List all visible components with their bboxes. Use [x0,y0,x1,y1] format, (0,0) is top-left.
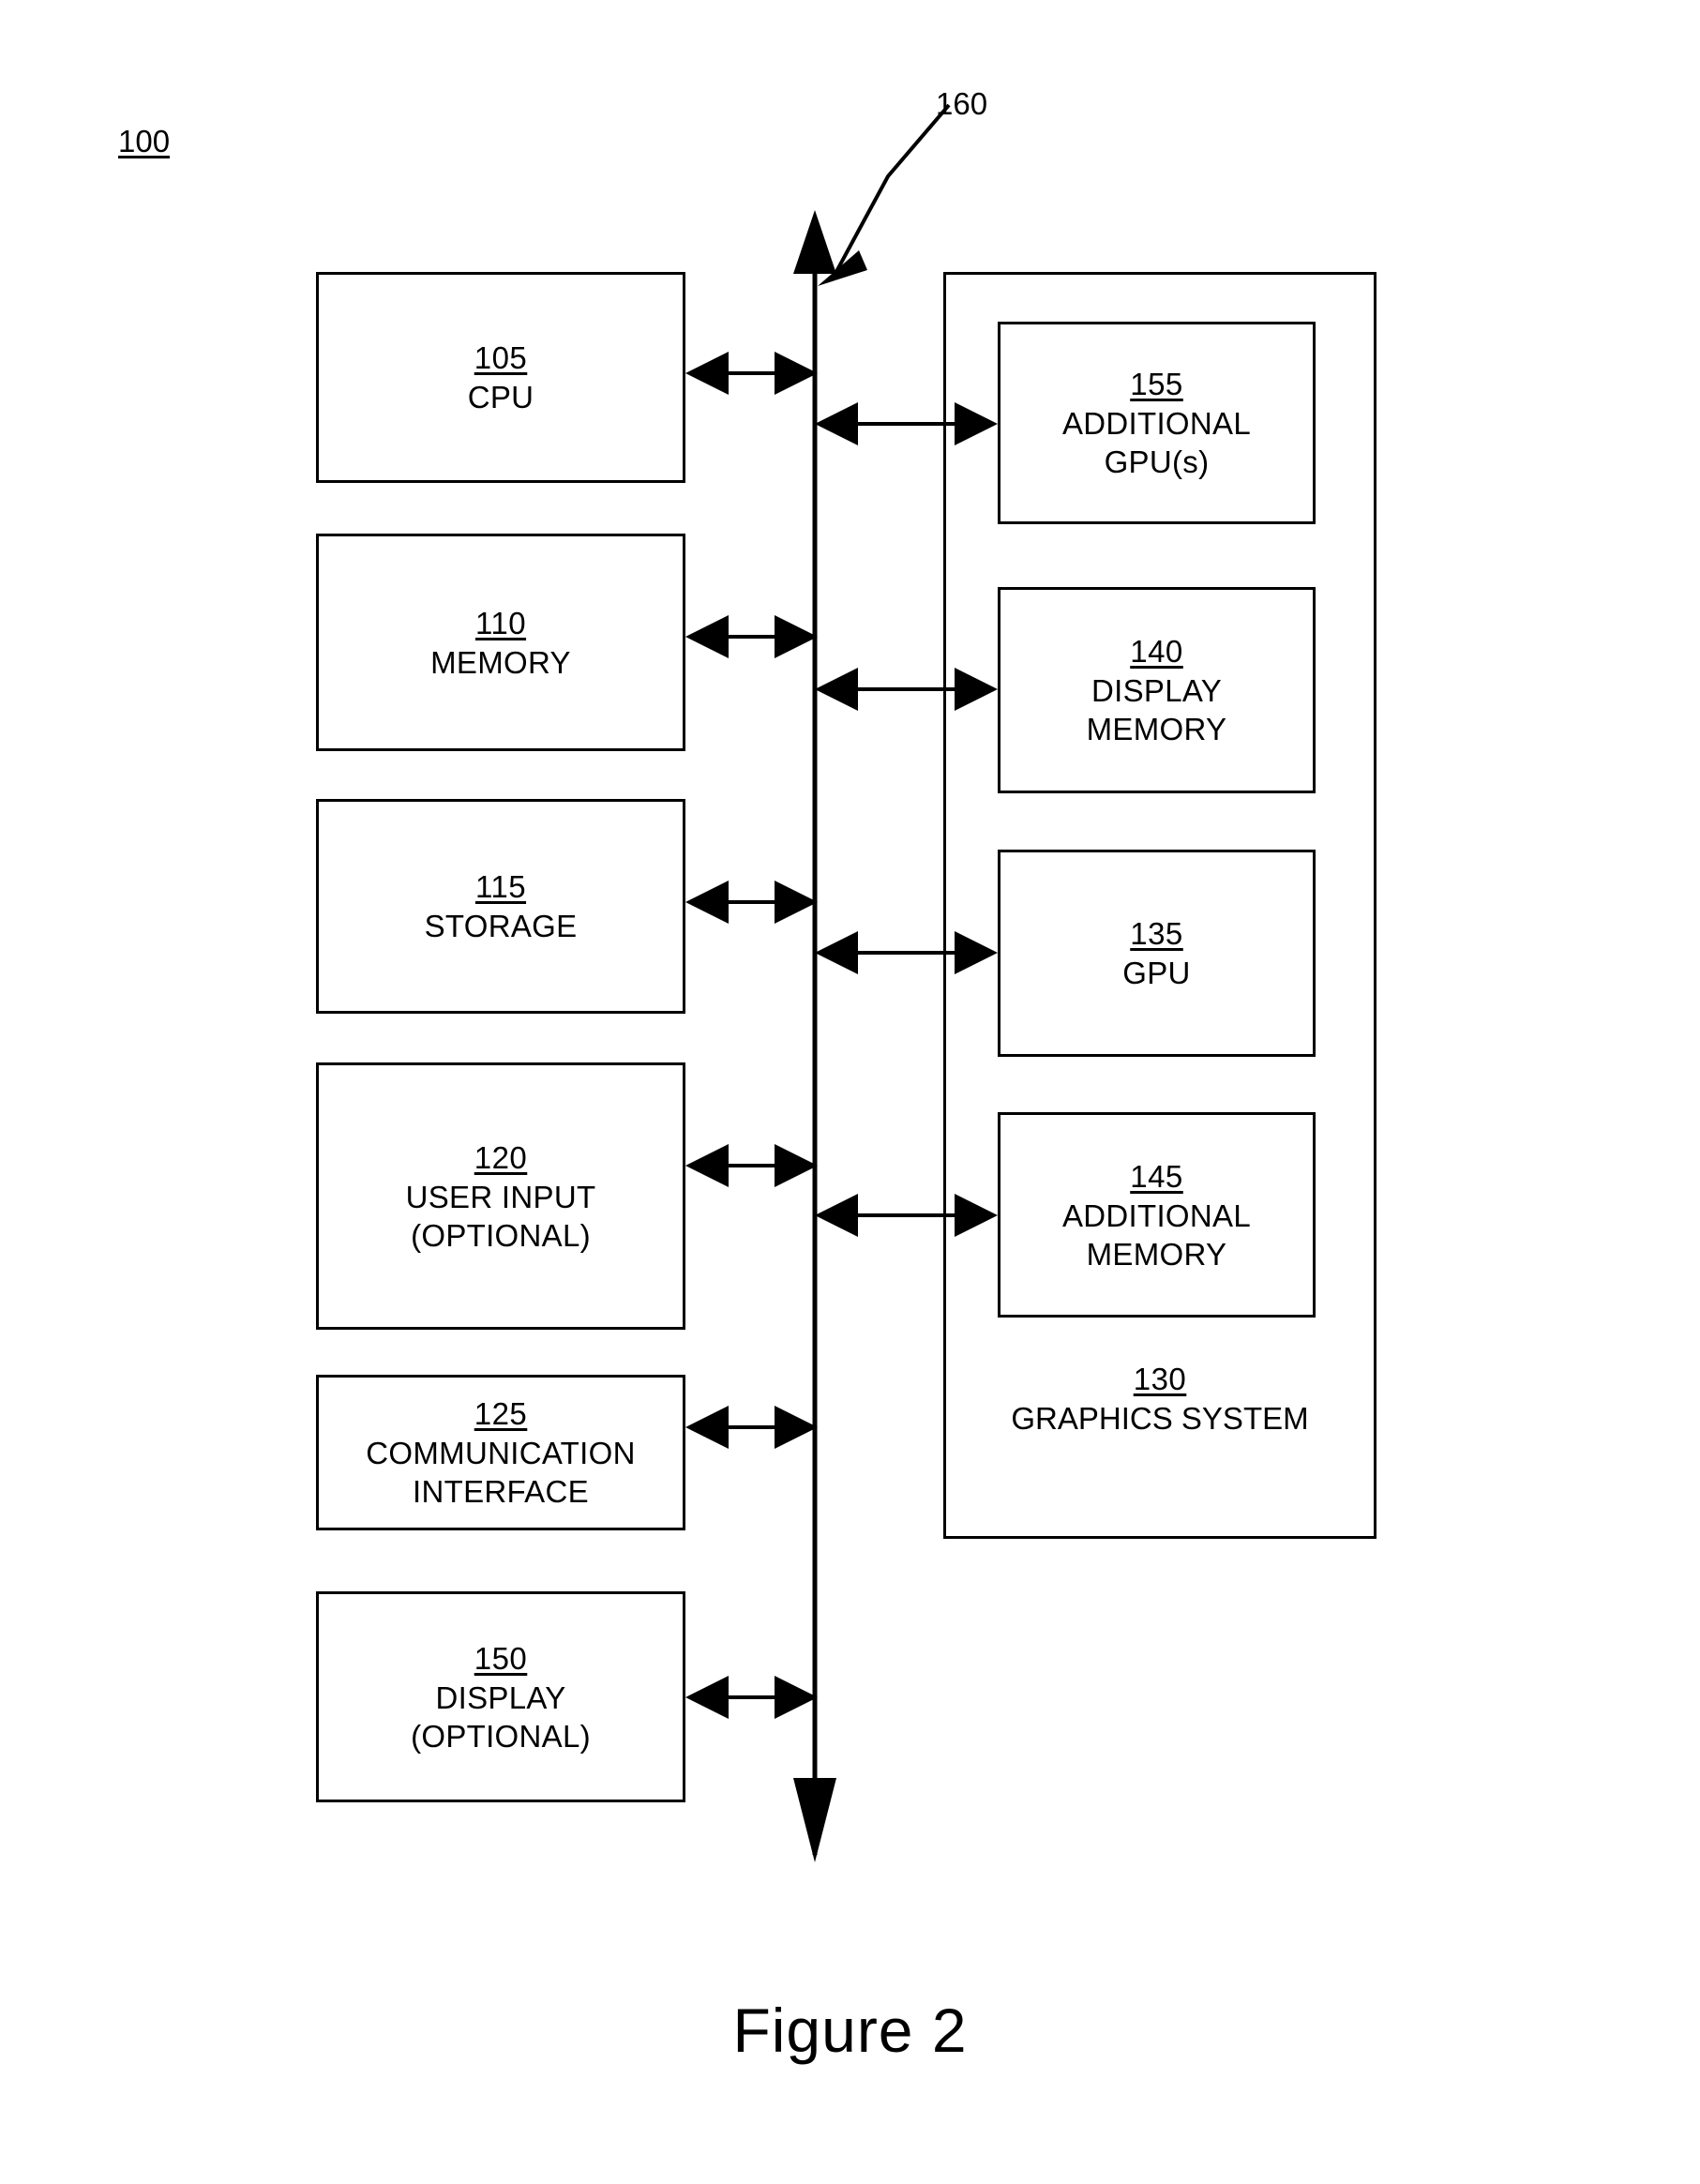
block-additional-memory[interactable]: 145 ADDITIONAL MEMORY [998,1112,1316,1318]
block-user-input-ref: 120 [474,1139,528,1175]
block-display-memory[interactable]: 140 DISPLAY MEMORY [998,587,1316,793]
block-display-memory-ref: 140 [1130,634,1183,669]
block-display-ref: 150 [474,1640,528,1676]
patent-figure-page: 100 160 105 CPU 110 MEMORY 115 STORAGE 1… [0,0,1700,2184]
block-cpu-ref: 105 [474,340,528,375]
block-memory-label: MEMORY [430,644,571,680]
figure-caption: Figure 2 [732,1996,968,2065]
block-communication-interface[interactable]: 125 COMMUNICATION INTERFACE [316,1375,685,1530]
block-storage[interactable]: 115 STORAGE [316,799,685,1014]
block-storage-ref: 115 [474,869,527,904]
block-storage-label: STORAGE [424,909,578,943]
arrow-communication-interface-bus [685,1406,818,1449]
arrow-memory-bus [685,615,818,658]
arrow-user-input-bus [685,1144,818,1187]
system-reference-label: 100 [118,124,171,158]
graphics-system-label: GRAPHICS SYSTEM [1011,1401,1309,1436]
graphics-system-ref: 130 [1133,1362,1187,1396]
arrow-cpu-bus [685,352,818,395]
bus-line [793,210,836,1862]
block-display[interactable]: 150 DISPLAY (OPTIONAL) [316,1591,685,1802]
block-display-memory-label: DISPLAY MEMORY [1086,673,1227,746]
bus-arrow-up [793,210,836,274]
block-communication-interface-label: COMMUNICATION INTERFACE [366,1436,636,1509]
block-additional-gpus-ref: 155 [1130,367,1183,401]
arrow-storage-bus [685,881,818,924]
bus-reference-label: 160 [936,86,988,121]
arrow-display-bus [685,1676,818,1719]
block-cpu[interactable]: 105 CPU [316,272,685,483]
block-gpu-ref: 135 [1130,916,1183,951]
block-additional-memory-ref: 145 [1130,1158,1183,1194]
bus-leader-line [818,103,951,286]
block-display-label: DISPLAY (OPTIONAL) [411,1679,591,1754]
block-gpu-label: GPU [1122,956,1191,990]
block-communication-interface-ref: 125 [474,1396,528,1431]
block-user-input-label: USER INPUT (OPTIONAL) [405,1179,596,1253]
block-additional-gpus[interactable]: 155 ADDITIONAL GPU(s) [998,322,1316,524]
block-gpu[interactable]: 135 GPU [998,850,1316,1057]
graphics-system-caption: 130 GRAPHICS SYSTEM [943,1360,1377,1438]
bus-arrow-down [793,1778,836,1862]
block-additional-memory-label: ADDITIONAL MEMORY [1061,1197,1252,1272]
block-memory[interactable]: 110 MEMORY [316,534,685,751]
connector-overlay [685,103,998,1862]
block-memory-ref: 110 [474,605,527,640]
block-user-input[interactable]: 120 USER INPUT (OPTIONAL) [316,1062,685,1330]
block-additional-gpus-label: ADDITIONAL GPU(s) [1061,406,1252,479]
block-cpu-label: CPU [467,380,534,414]
